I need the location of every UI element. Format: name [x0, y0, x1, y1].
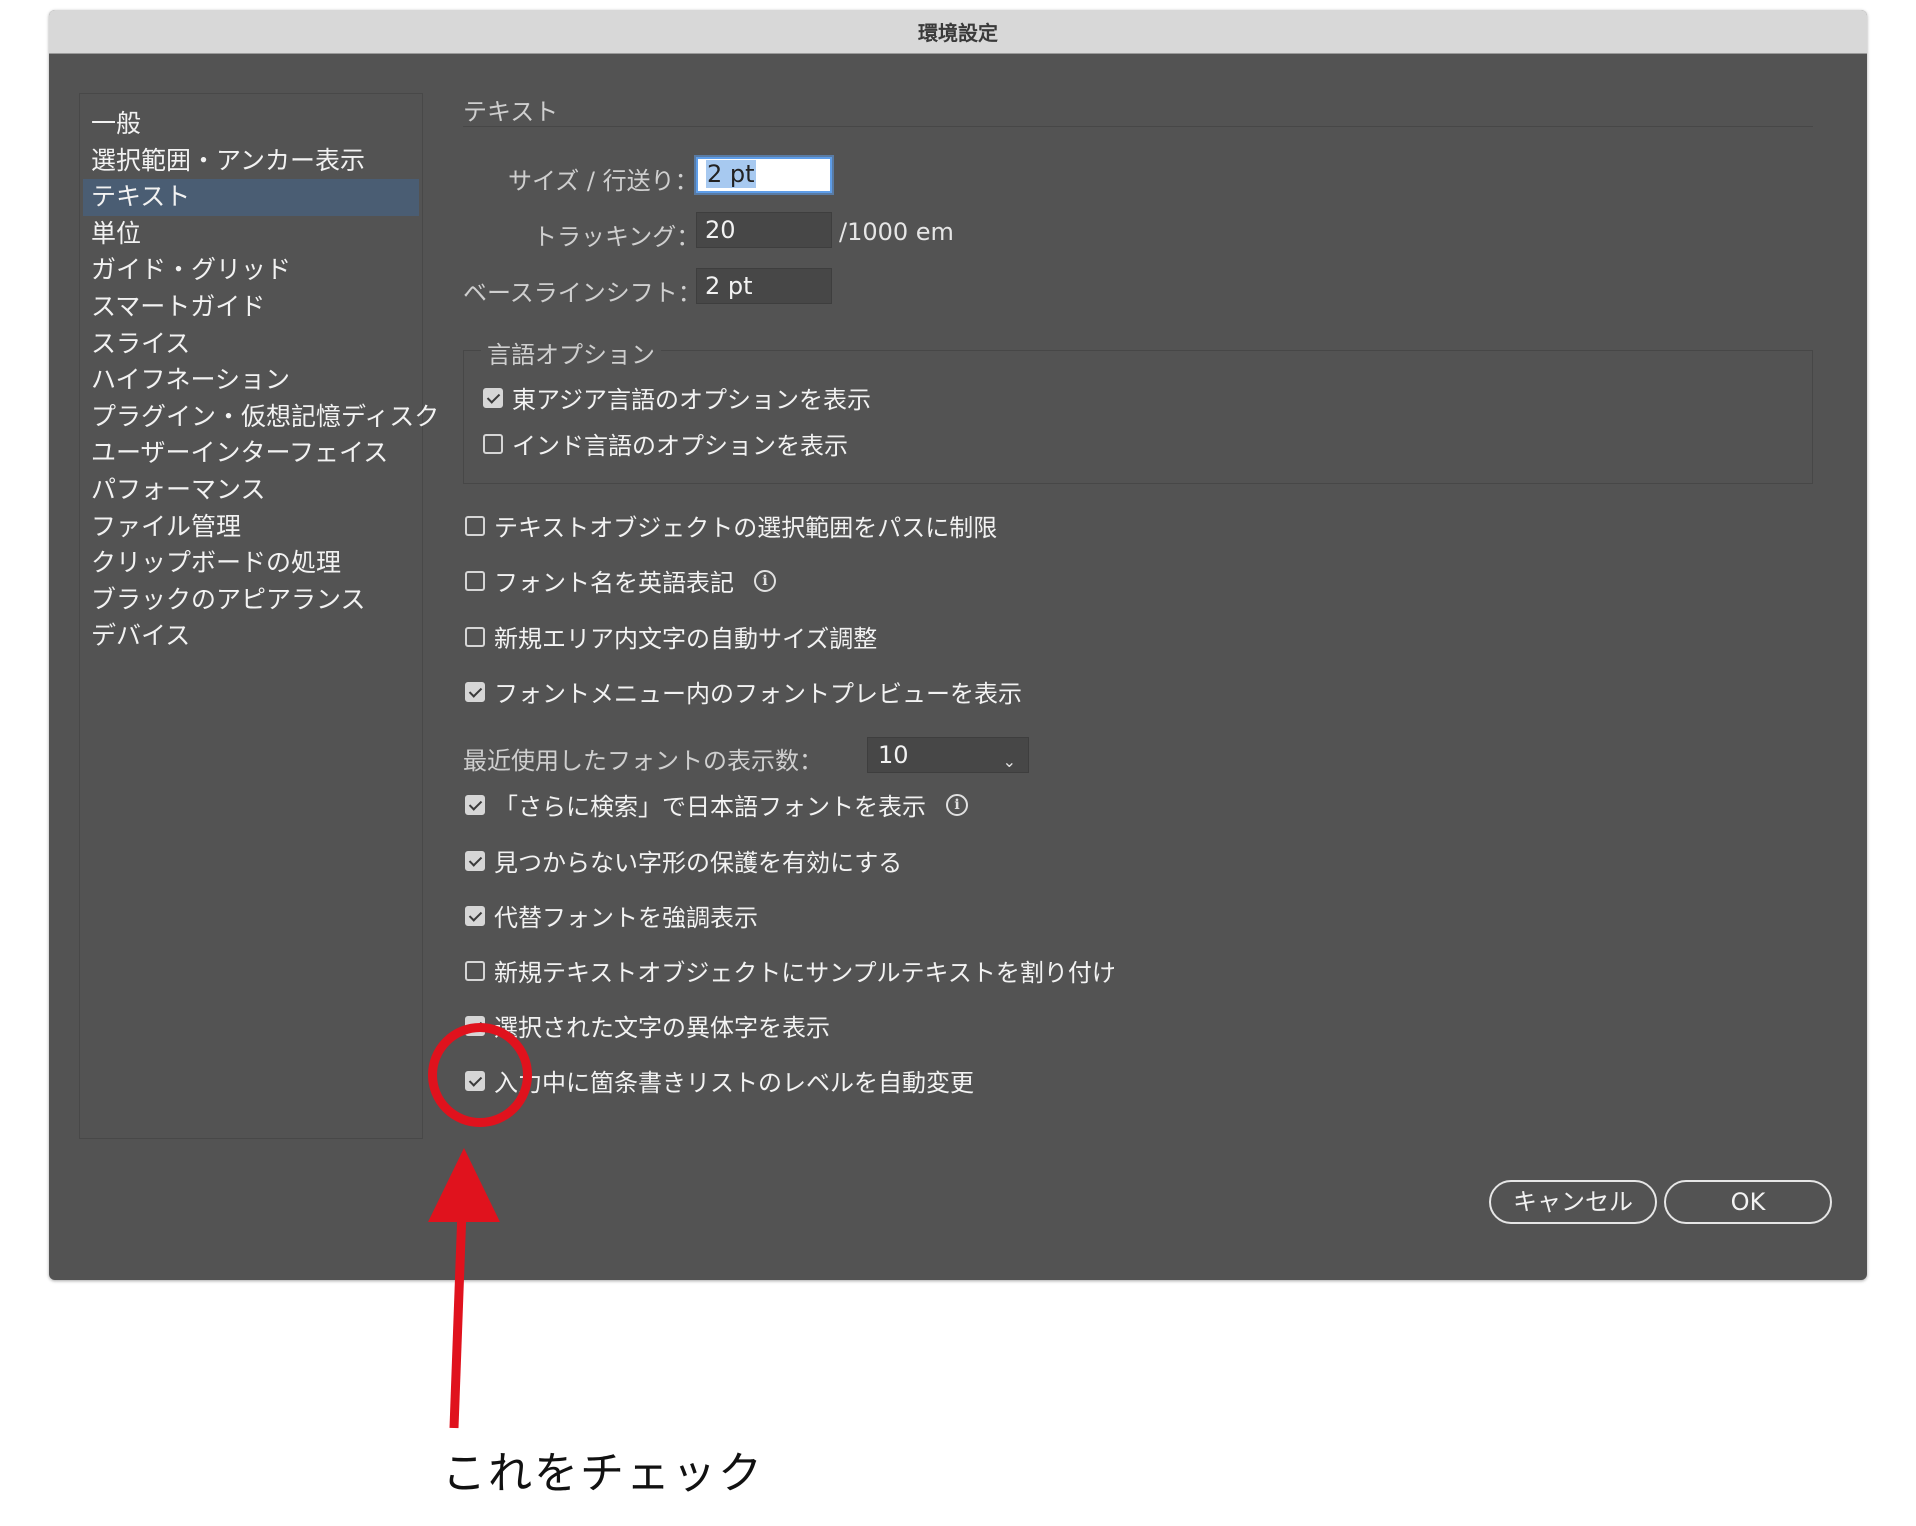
annotation-text: これをチェック	[442, 1448, 764, 1499]
annotation-arrow	[428, 1148, 500, 1429]
